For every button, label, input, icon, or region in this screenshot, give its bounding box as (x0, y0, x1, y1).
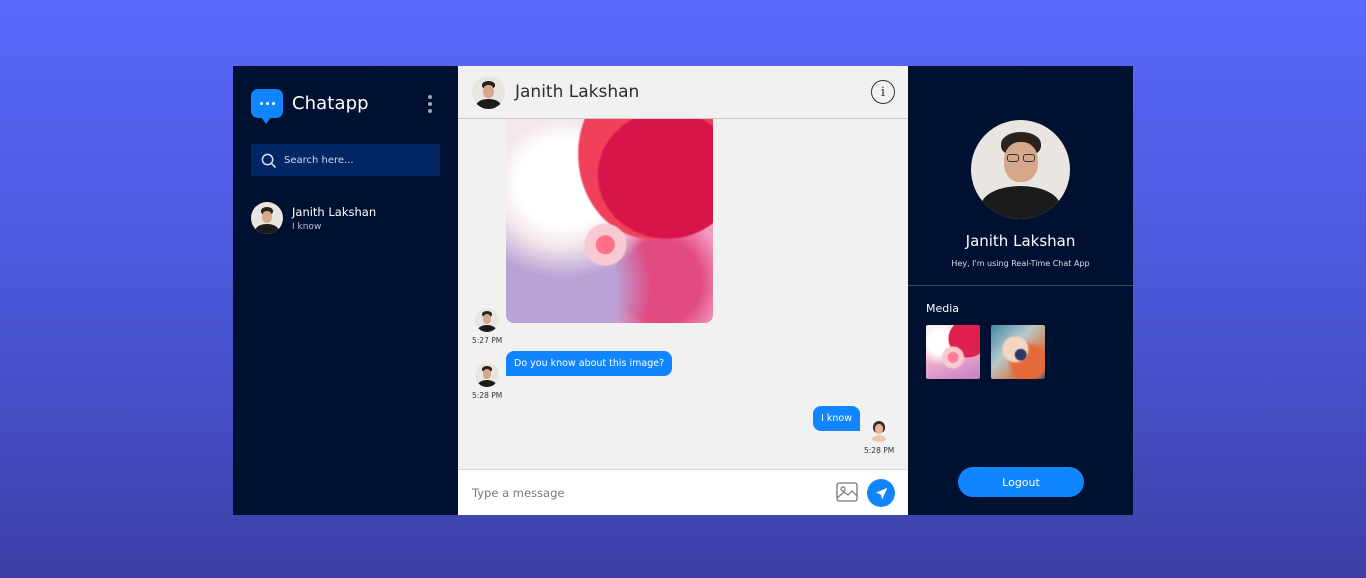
avatar (475, 308, 500, 332)
contact-name: Janith Lakshan (292, 204, 377, 219)
chat-bubble-logo-icon (251, 89, 283, 124)
chat-app: Chatapp Janith Lakshan I know (233, 66, 1133, 515)
message-meta: 5:27 PM (472, 308, 502, 345)
image-upload-icon[interactable] (836, 482, 858, 502)
chat-header: Janith Lakshan i (458, 66, 908, 119)
message-composer (458, 469, 908, 515)
message-meta: 5:28 PM (864, 418, 894, 455)
profile-panel: Janith Lakshan Hey, I'm using Real-Time … (908, 66, 1133, 515)
more-options-icon[interactable] (428, 95, 432, 113)
shared-image[interactable] (506, 117, 713, 323)
info-icon[interactable]: i (871, 80, 895, 104)
avatar (475, 363, 500, 387)
profile-status: Hey, I'm using Real-Time Chat App (951, 259, 1090, 268)
media-thumbnail[interactable] (991, 325, 1045, 379)
avatar (251, 202, 283, 234)
brand: Chatapp (251, 89, 369, 124)
search-icon (261, 153, 276, 168)
brand-name: Chatapp (292, 93, 369, 114)
sidebar: Chatapp Janith Lakshan I know (233, 66, 458, 515)
message-time: 5:28 PM (472, 391, 503, 400)
message-input[interactable] (472, 485, 822, 500)
avatar (867, 418, 892, 442)
search-box[interactable] (251, 144, 440, 176)
send-icon (875, 487, 887, 499)
message-time: 5:28 PM (864, 446, 895, 455)
search-input[interactable] (284, 154, 434, 166)
avatar (472, 75, 505, 109)
contact-last-message: I know (292, 221, 322, 232)
chat-panel: Janith Lakshan i 5:27 PM Do you know abo… (458, 66, 908, 515)
incoming-message: Do you know about this image? (506, 351, 673, 376)
media-thumbnail[interactable] (926, 325, 980, 379)
message-meta: 5:28 PM (472, 363, 502, 400)
logout-button[interactable]: Logout (958, 467, 1084, 497)
media-heading: Media (926, 302, 960, 315)
outgoing-message: I know (813, 406, 860, 431)
profile-name: Janith Lakshan (965, 232, 1076, 250)
chat-contact-name: Janith Lakshan (515, 82, 640, 102)
send-button[interactable] (867, 479, 895, 507)
profile-avatar (971, 120, 1070, 219)
contact-list-item[interactable]: Janith Lakshan I know (251, 202, 440, 234)
divider (908, 285, 1133, 286)
message-time: 5:27 PM (472, 336, 503, 345)
